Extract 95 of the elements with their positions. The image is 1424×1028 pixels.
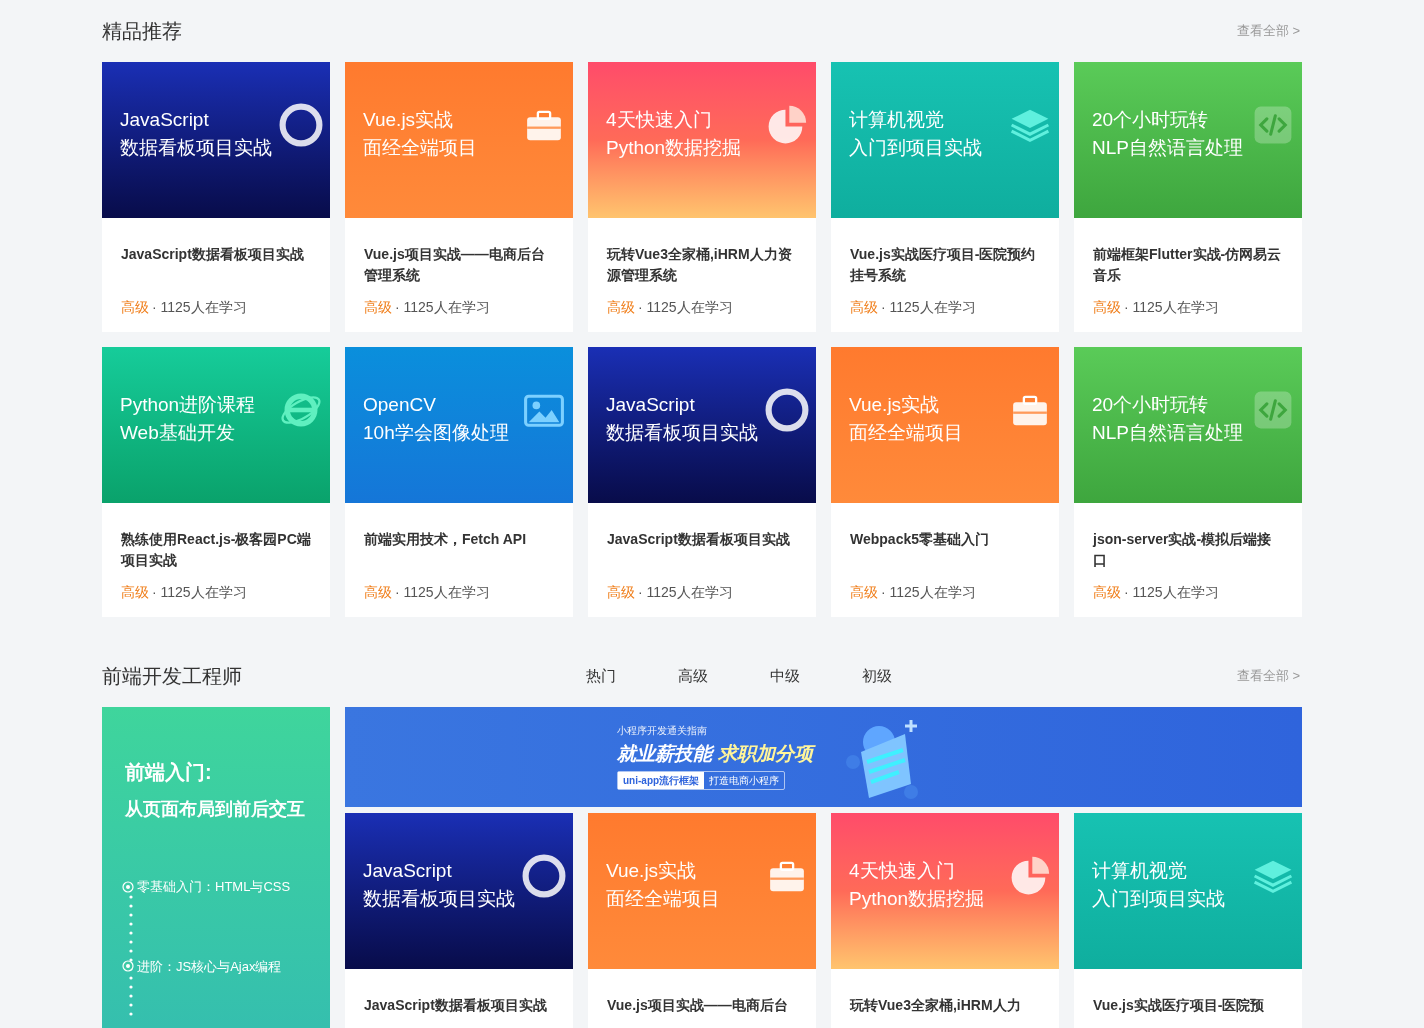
course-title: 前端框架Flutter实战-仿网易云音乐 — [1093, 245, 1283, 285]
cover-title: 面经全端项目 — [849, 421, 963, 445]
course-card[interactable]: 4天快速入门 Python数据挖掘 玩转Vue3全家桶,iHRM人力 — [831, 813, 1059, 1028]
learner-count: · 1125人在学习 — [638, 583, 733, 602]
course-card[interactable]: Vue.js实战 面经全端项目 Vue.js项目实战——电商后台管理系统 高级 · 1125人在学习 — [345, 62, 573, 332]
cover-title: 数据看板项目实战 — [363, 887, 515, 911]
cover-title: 面经全端项目 — [606, 887, 720, 911]
course-title: 玩转Vue3全家桶,iHRM人力资源管理系统 — [607, 245, 793, 285]
level-tag: 高级 — [1093, 582, 1121, 603]
course-card[interactable]: 4天快速入门 Python数据挖掘 玩转Vue3全家桶,iHRM人力资源管理系统 高级 · 1125人在学习 — [588, 62, 816, 332]
cover-title: 入门到项目实战 — [1092, 887, 1225, 911]
course-title: 玩转Vue3全家桶,iHRM人力 — [850, 996, 1022, 1015]
course-title: json-server实战-模拟后端接口 — [1093, 530, 1273, 570]
course-card[interactable]: Python进阶课程 Web基础开发 熟练使用React.js-极客园PC端项目实战 高级 · 1125人在学习 — [102, 347, 330, 617]
learner-count: · 1125人在学习 — [152, 583, 247, 602]
course-title: JavaScript数据看板项目实战 — [121, 245, 305, 264]
course-title: Webpack5零基础入门 — [850, 530, 990, 549]
level-tag: 高级 — [364, 582, 392, 603]
course-title: JavaScript数据看板项目实战 — [607, 530, 791, 549]
category-tab[interactable]: 热门 — [586, 664, 678, 688]
promo-banner[interactable]: 小程序开发通关指南 就业薪技能 求职加分项 uni-app流行框架 打造电商小程序 — [345, 707, 1302, 807]
level-tag: 高级 — [607, 582, 635, 603]
cover-title: 面经全端项目 — [363, 136, 477, 160]
course-title: Vue.js实战医疗项目-医院预 — [1093, 996, 1266, 1015]
ring-icon — [764, 387, 810, 433]
level-tag: 高级 — [364, 297, 392, 318]
ring-icon — [278, 102, 324, 148]
course-card[interactable]: Vue.js实战 面经全端项目 Webpack5零基础入门 高级 · 1125人在学习 — [831, 347, 1059, 617]
course-card[interactable]: 计算机视觉 入门到项目实战 Vue.js实战医疗项目-医院预 — [1074, 813, 1302, 1028]
level-tag: 高级 — [850, 582, 878, 603]
path-heading: 前端入门: — [125, 760, 213, 785]
learner-count: · 1125人在学习 — [395, 298, 490, 317]
cover-title: 20个小时玩转 — [1092, 108, 1209, 132]
path-step: 零基础入门：HTML与CSS — [137, 877, 291, 897]
course-card[interactable]: Vue.js实战 面经全端项目 Vue.js项目实战——电商后台 — [588, 813, 816, 1028]
path-step: 进阶：JS核心与Ajax编程 — [137, 956, 282, 976]
course-card[interactable]: JavaScript 数据看板项目实战 JavaScript数据看板项目实战 高级 · 1125人在学习 — [588, 347, 816, 617]
cover-title: 入门到项目实战 — [849, 136, 982, 160]
level-tag: 高级 — [850, 297, 878, 318]
cover-title: 数据看板项目实战 — [606, 421, 758, 445]
course-title: Vue.js实战医疗项目-医院预约挂号系统 — [850, 245, 1037, 285]
level-tag: 高级 — [121, 297, 149, 318]
course-title: 熟练使用React.js-极客园PC端项目实战 — [121, 530, 311, 570]
learner-count: · 1125人在学习 — [152, 298, 247, 317]
cover-title: Vue.js实战 — [363, 108, 454, 132]
course-card[interactable]: 20个小时玩转 NLP自然语言处理 json-server实战-模拟后端接口 高级 · 1125人在学习 — [1074, 347, 1302, 617]
course-card[interactable]: JavaScript 数据看板项目实战 JavaScript数据看板项目实战 — [345, 813, 573, 1028]
ring-icon — [521, 853, 567, 899]
learner-count: · 1125人在学习 — [881, 298, 976, 317]
learner-count: · 1125人在学习 — [638, 298, 733, 317]
course-title: Vue.js项目实战——电商后台管理系统 — [364, 245, 546, 285]
category-tab[interactable]: 初级 — [862, 664, 954, 688]
cover-title: Python数据挖掘 — [606, 136, 742, 160]
course-title: JavaScript数据看板项目实战 — [364, 996, 548, 1015]
cover-title: 4天快速入门 — [606, 108, 712, 132]
cover-title: JavaScript — [363, 859, 452, 883]
course-title: 前端实用技术，Fetch API — [364, 530, 528, 549]
cover-title: 10h学会图像处理 — [363, 421, 509, 445]
cover-title: Vue.js实战 — [849, 393, 940, 417]
level-tag: 高级 — [607, 297, 635, 318]
course-card[interactable]: JavaScript 数据看板项目实战 JavaScript数据看板项目实战 高级 · 1125人在学习 — [102, 62, 330, 332]
course-card[interactable]: 20个小时玩转 NLP自然语言处理 前端框架Flutter实战-仿网易云音乐 高级 · 1125人在学习 — [1074, 62, 1302, 332]
level-tag: 高级 — [121, 582, 149, 603]
category-tab[interactable]: 中级 — [770, 664, 862, 688]
cover-title: 20个小时玩转 — [1092, 393, 1209, 417]
cover-title: 4天快速入门 — [849, 859, 955, 883]
cover-title: JavaScript — [120, 108, 209, 132]
banner-tag: uni-app流行框架 — [618, 771, 705, 789]
cover-title: OpenCV — [363, 393, 436, 417]
cover-title: 数据看板项目实战 — [120, 136, 272, 160]
learner-count: · 1125人在学习 — [395, 583, 490, 602]
cover-title: Python数据挖掘 — [849, 887, 985, 911]
learner-count: · 1125人在学习 — [1124, 583, 1219, 602]
banner-eyebrow: 小程序开发通关指南 — [617, 724, 708, 737]
section-title: 精品推荐 — [102, 19, 182, 44]
cover-title: Web基础开发 — [120, 421, 235, 445]
level-tag: 高级 — [1093, 297, 1121, 318]
learner-count: · 1125人在学习 — [1124, 298, 1219, 317]
course-card[interactable]: 计算机视觉 入门到项目实战 Vue.js实战医疗项目-医院预约挂号系统 高级 · 1125人在学习 — [831, 62, 1059, 332]
cover-title: JavaScript — [606, 393, 695, 417]
cover-title: Vue.js实战 — [606, 859, 697, 883]
cover-title: NLP自然语言处理 — [1092, 421, 1243, 445]
path-subheading: 从页面布局到前后交互 — [125, 798, 306, 821]
cover-title: NLP自然语言处理 — [1092, 136, 1243, 160]
banner-tag: 打造电商小程序 — [704, 771, 785, 789]
step-marker-icon — [122, 880, 134, 893]
cover-title: 计算机视觉 — [1092, 859, 1187, 883]
learner-count: · 1125人在学习 — [881, 583, 976, 602]
course-title: Vue.js项目实战——电商后台 — [607, 996, 789, 1015]
section-title: 前端开发工程师 — [102, 664, 243, 689]
cover-title: Python进阶课程 — [120, 393, 256, 417]
course-card[interactable]: OpenCV 10h学会图像处理 前端实用技术，Fetch API 高级 · 1125人在学习 — [345, 347, 573, 617]
cover-title: 计算机视觉 — [849, 108, 944, 132]
step-marker-icon — [122, 960, 134, 973]
category-tab[interactable]: 高级 — [678, 664, 770, 688]
